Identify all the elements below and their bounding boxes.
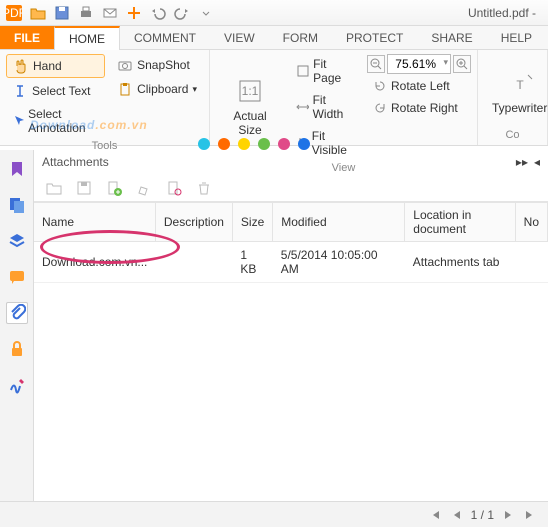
col-size[interactable]: Size: [232, 203, 272, 242]
save-attachment-icon[interactable]: [76, 180, 92, 196]
ribbon-group-co-label: Co: [484, 127, 541, 141]
quick-access-toolbar: PDF: [4, 3, 216, 23]
tab-view[interactable]: VIEW: [210, 26, 269, 49]
hand-icon: [13, 58, 29, 74]
camera-icon: [117, 57, 133, 73]
table-header-row: Name Description Size Modified Location …: [34, 203, 548, 242]
tab-form[interactable]: FORM: [269, 26, 332, 49]
tab-home[interactable]: HOME: [54, 26, 120, 50]
svg-text:PDF: PDF: [6, 6, 22, 20]
last-page-button[interactable]: [522, 507, 538, 523]
clipboard-icon: [117, 81, 133, 97]
open-attachment-icon[interactable]: [46, 180, 62, 196]
tab-protect[interactable]: PROTECT: [332, 26, 417, 49]
fit-width-icon: [296, 100, 309, 114]
first-page-button[interactable]: [427, 507, 443, 523]
attachments-toolbar: [34, 174, 548, 202]
col-name[interactable]: Name: [34, 203, 155, 242]
fit-page-icon: [296, 64, 309, 78]
tab-comment[interactable]: COMMENT: [120, 26, 210, 49]
edit-attachment-icon[interactable]: [136, 180, 152, 196]
rotate-left-icon: [373, 79, 387, 93]
col-modified[interactable]: Modified: [273, 203, 405, 242]
clipboard-button[interactable]: Clipboard ▾: [111, 78, 203, 100]
bookmarks-icon[interactable]: [6, 158, 28, 180]
select-annotation-button[interactable]: Select Annotation: [6, 104, 105, 138]
attachments-icon[interactable]: [6, 302, 28, 324]
fit-width-button[interactable]: Fit Width: [290, 90, 361, 124]
snapshot-button[interactable]: SnapShot: [111, 54, 203, 76]
app-icon[interactable]: PDF: [4, 3, 24, 23]
col-location[interactable]: Location in document: [405, 203, 515, 242]
tab-file[interactable]: FILE: [0, 26, 54, 49]
attachment-settings-icon[interactable]: [166, 180, 182, 196]
email-icon[interactable]: [100, 3, 120, 23]
rotate-left-button[interactable]: Rotate Left: [367, 76, 471, 96]
panel-collapse-left-icon[interactable]: ▸▸: [516, 155, 528, 170]
fit-visible-icon: [296, 136, 308, 150]
redo-icon[interactable]: [172, 3, 192, 23]
actual-size-button[interactable]: 1:1Actual Size: [216, 54, 284, 160]
select-text-button[interactable]: Select Text: [6, 80, 105, 102]
navigation-pane: [0, 150, 34, 501]
prev-page-button[interactable]: [449, 507, 465, 523]
comments-icon[interactable]: [6, 266, 28, 288]
annotation-cursor-icon: [12, 113, 24, 129]
col-no[interactable]: No: [515, 203, 547, 242]
ribbon: Hand Select Text Select Annotation SnapS…: [0, 50, 548, 146]
qat-dropdown-icon[interactable]: [196, 3, 216, 23]
attachments-panel: Attachments ▸▸ ◂ Name Description Size M…: [34, 150, 548, 501]
next-page-button[interactable]: [500, 507, 516, 523]
pages-icon[interactable]: [6, 194, 28, 216]
text-cursor-icon: [12, 83, 28, 99]
layers-icon[interactable]: [6, 230, 28, 252]
rotate-right-icon: [373, 101, 387, 115]
rotate-right-button[interactable]: Rotate Right: [367, 98, 471, 118]
tab-share[interactable]: SHARE: [417, 26, 486, 49]
undo-icon[interactable]: [148, 3, 168, 23]
new-icon[interactable]: [124, 3, 144, 23]
fit-page-button[interactable]: Fit Page: [290, 54, 361, 88]
panel-area: Attachments ▸▸ ◂ Name Description Size M…: [0, 150, 548, 501]
tab-help[interactable]: HELP: [487, 26, 546, 49]
save-icon[interactable]: [52, 3, 72, 23]
typewriter-icon: T: [505, 67, 535, 97]
security-icon[interactable]: [6, 338, 28, 360]
typewriter-button[interactable]: TTypewriter: [484, 54, 548, 127]
table-row[interactable]: Download.com.vn... 1 KB 5/5/2014 10:05:0…: [34, 242, 548, 283]
svg-text:1:1: 1:1: [242, 84, 259, 98]
status-bar: 1 / 1: [0, 501, 548, 527]
delete-attachment-icon[interactable]: [196, 180, 212, 196]
print-icon[interactable]: [76, 3, 96, 23]
zoom-out-button[interactable]: [367, 55, 385, 73]
signatures-icon[interactable]: [6, 374, 28, 396]
actual-size-icon: 1:1: [236, 77, 264, 105]
svg-text:T: T: [516, 78, 524, 92]
panel-title: Attachments: [42, 155, 516, 169]
title-bar: PDF Untitled.pdf -: [0, 0, 548, 26]
add-attachment-icon[interactable]: [106, 180, 122, 196]
page-indicator: 1 / 1: [471, 508, 494, 522]
ribbon-tabs: FILE HOME COMMENT VIEW FORM PROTECT SHAR…: [0, 26, 548, 50]
col-description[interactable]: Description: [155, 203, 232, 242]
attachments-table: Name Description Size Modified Location …: [34, 203, 548, 283]
document-title: Untitled.pdf -: [468, 6, 544, 20]
zoom-in-icon: [456, 58, 468, 70]
zoom-out-icon: [370, 58, 382, 70]
zoom-level-input[interactable]: [387, 54, 451, 74]
panel-collapse-right-icon[interactable]: ◂: [534, 155, 540, 170]
open-icon[interactable]: [28, 3, 48, 23]
hand-tool-button[interactable]: Hand: [6, 54, 105, 78]
zoom-in-button[interactable]: [453, 55, 471, 73]
zoom-dropdown-icon[interactable]: ▾: [443, 57, 448, 68]
